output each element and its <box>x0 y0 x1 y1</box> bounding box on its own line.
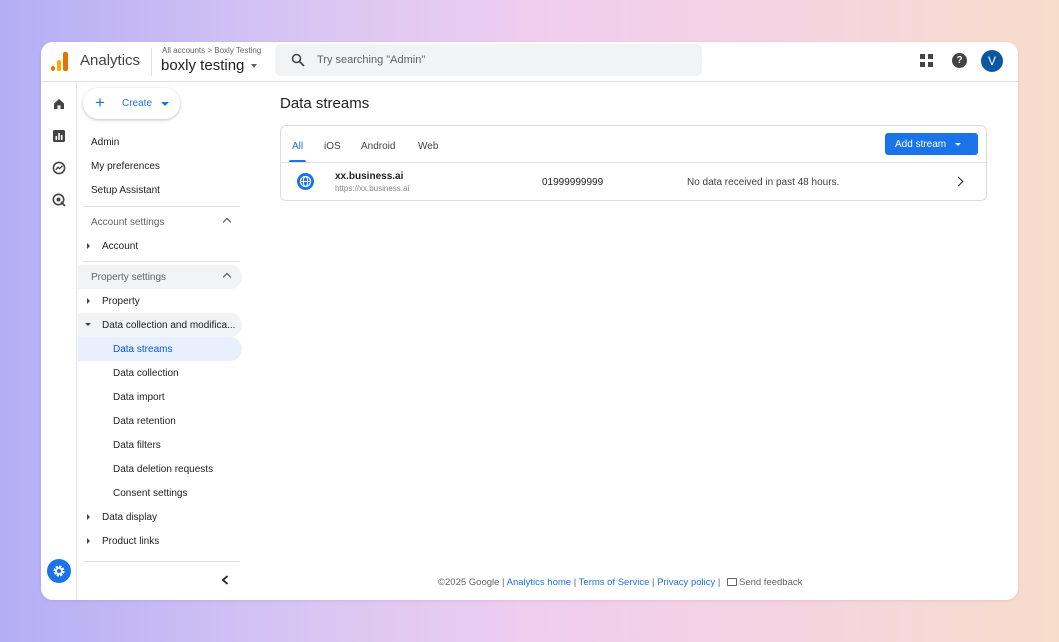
sub-item-label: Data streams <box>113 344 173 355</box>
footer-separator: | <box>715 577 723 588</box>
footer-link-privacy[interactable]: Privacy policy <box>657 577 715 588</box>
chevron-up-icon <box>222 272 232 282</box>
footer: ©2025 Google | Analytics home | Terms of… <box>438 577 802 588</box>
chevron-down-icon <box>955 143 961 146</box>
tree-label: Account <box>102 241 139 252</box>
chevron-right-icon[interactable] <box>953 176 964 187</box>
advertising-icon[interactable] <box>52 193 66 207</box>
footer-copyright: ©2025 Google <box>438 577 500 588</box>
tree-label: Property <box>102 296 140 307</box>
tab-all[interactable]: All <box>292 141 303 152</box>
send-feedback-link[interactable]: Send feedback <box>739 577 802 588</box>
globe-icon <box>297 173 314 190</box>
tab-android[interactable]: Android <box>361 141 395 152</box>
tab-web[interactable]: Web <box>418 141 438 152</box>
tree-label: Data display <box>102 512 158 523</box>
stream-status: No data received in past 48 hours. <box>687 177 840 188</box>
help-icon[interactable]: ? <box>952 53 967 68</box>
section-divider <box>83 261 240 262</box>
settings-button[interactable] <box>47 559 71 583</box>
sub-item-data-collection[interactable]: Data collection <box>113 368 179 379</box>
chevron-down-icon[interactable] <box>251 64 257 68</box>
home-icon[interactable] <box>52 97 66 111</box>
nav-my-preferences[interactable]: My preferences <box>91 161 160 172</box>
property-settings-header[interactable]: Property settings <box>78 265 242 289</box>
collapse-arrow-icon <box>85 323 91 326</box>
gear-icon <box>53 565 65 577</box>
account-settings-title: Account settings <box>91 217 165 228</box>
tree-label: Product links <box>102 536 160 547</box>
collapse-icon[interactable] <box>221 575 229 585</box>
property-settings-title: Property settings <box>91 272 167 283</box>
stream-url: https://xx.business.ai <box>335 184 410 193</box>
top-bar: Analytics All accounts > Boxly Testing b… <box>41 42 1018 82</box>
sub-item-data-retention[interactable]: Data retention <box>113 416 176 427</box>
sub-item-data-import[interactable]: Data import <box>113 392 165 403</box>
feedback-icon <box>726 578 737 586</box>
tree-label: Data collection and modifica... <box>102 320 236 331</box>
analytics-window: Analytics All accounts > Boxly Testing b… <box>41 42 1018 600</box>
header-divider <box>151 48 152 76</box>
chevron-down-icon <box>161 102 169 106</box>
avatar[interactable]: V <box>981 50 1003 72</box>
search-bar[interactable]: Try searching "Admin" <box>275 44 702 76</box>
search-icon <box>291 53 305 67</box>
footer-separator: | <box>571 577 579 588</box>
left-rail <box>41 82 77 600</box>
create-label: Create <box>122 98 153 109</box>
stream-name: xx.business.ai <box>335 171 404 182</box>
apps-icon[interactable] <box>920 54 934 68</box>
tree-item-property[interactable]: Property <box>78 289 242 313</box>
sub-item-data-filters[interactable]: Data filters <box>113 440 161 451</box>
tab-ios[interactable]: iOS <box>324 141 341 152</box>
footer-link-analytics-home[interactable]: Analytics home <box>507 577 571 588</box>
admin-sidebar: + Create Admin My preferences Setup Assi… <box>78 82 248 600</box>
analytics-logo[interactable] <box>51 51 69 71</box>
breadcrumb[interactable]: All accounts > Boxly Testing <box>162 46 261 55</box>
stream-id: 01999999999 <box>542 177 604 188</box>
page-title: Data streams <box>280 95 370 112</box>
tree-item-product-links[interactable]: Product links <box>78 529 242 553</box>
plus-icon: + <box>95 93 105 112</box>
tree-item-data-collection-modification[interactable]: Data collection and modifica... <box>78 313 242 337</box>
nav-admin[interactable]: Admin <box>91 137 119 148</box>
sub-item-data-deletion-requests[interactable]: Data deletion requests <box>113 464 213 475</box>
account-settings-header[interactable]: Account settings <box>78 210 242 234</box>
tree-item-account[interactable]: Account <box>78 234 242 258</box>
footer-separator: | <box>499 577 507 588</box>
search-input[interactable]: Try searching "Admin" <box>317 54 425 66</box>
expand-arrow-icon <box>87 298 90 304</box>
stream-row[interactable]: xx.business.ai https://xx.business.ai 01… <box>281 163 986 200</box>
tree-item-data-display[interactable]: Data display <box>78 505 242 529</box>
sub-item-data-streams[interactable]: Data streams <box>78 337 242 361</box>
sub-item-consent-settings[interactable]: Consent settings <box>113 488 188 499</box>
create-button[interactable]: + Create <box>83 88 180 119</box>
explore-icon[interactable] <box>52 161 66 175</box>
add-stream-button[interactable]: Add stream <box>885 133 978 155</box>
expand-arrow-icon <box>87 538 90 544</box>
app-name: Analytics <box>80 52 141 69</box>
footer-link-terms[interactable]: Terms of Service <box>579 577 650 588</box>
expand-arrow-icon <box>87 514 90 520</box>
property-selector[interactable]: boxly testing <box>161 57 244 74</box>
add-stream-label: Add stream <box>895 139 947 150</box>
nav-setup-assistant[interactable]: Setup Assistant <box>91 185 160 196</box>
data-streams-card: All iOS Android Web Add stream xx.busine… <box>280 125 987 201</box>
chevron-up-icon <box>222 217 232 227</box>
section-divider <box>83 206 240 207</box>
reports-icon[interactable] <box>52 129 66 143</box>
section-divider <box>83 561 240 562</box>
footer-separator: | <box>649 577 658 588</box>
expand-arrow-icon <box>87 243 90 249</box>
